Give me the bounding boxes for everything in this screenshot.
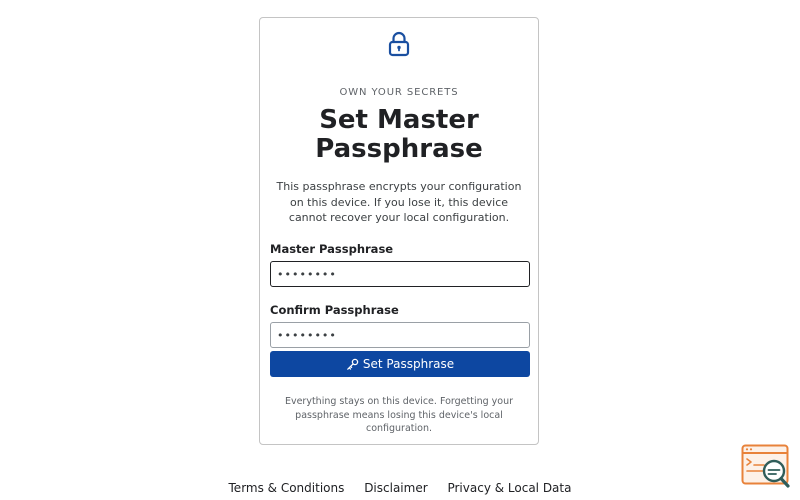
lock-icon bbox=[388, 31, 410, 57]
search-console-icon[interactable] bbox=[741, 444, 793, 490]
eyebrow-text: OWN YOUR SECRETS bbox=[339, 87, 459, 98]
set-passphrase-label: Set Passphrase bbox=[362, 357, 455, 371]
page: OWN YOUR SECRETS Set Master Passphrase T… bbox=[0, 0, 800, 500]
passphrase-card: OWN YOUR SECRETS Set Master Passphrase T… bbox=[259, 17, 539, 445]
terms-link[interactable]: Terms & Conditions bbox=[229, 481, 345, 495]
master-passphrase-label: Master Passphrase bbox=[270, 242, 394, 256]
lock-icon-wrap bbox=[260, 30, 538, 58]
page-title: Set Master Passphrase bbox=[315, 105, 483, 164]
privacy-link[interactable]: Privacy & Local Data bbox=[447, 481, 571, 495]
disclaimer-link[interactable]: Disclaimer bbox=[364, 481, 427, 495]
description-text: This passphrase encrypts your configurat… bbox=[276, 180, 522, 224]
confirm-passphrase-label: Confirm Passphrase bbox=[270, 303, 399, 317]
set-passphrase-button[interactable]: Set Passphrase bbox=[270, 351, 530, 377]
master-passphrase-input[interactable] bbox=[270, 261, 530, 287]
confirm-passphrase-input[interactable] bbox=[270, 322, 530, 348]
key-icon bbox=[347, 358, 359, 370]
footer-links: Terms & Conditions Disclaimer Privacy & … bbox=[0, 481, 800, 495]
local-storage-note: Everything stays on this device. Forgett… bbox=[284, 396, 514, 434]
